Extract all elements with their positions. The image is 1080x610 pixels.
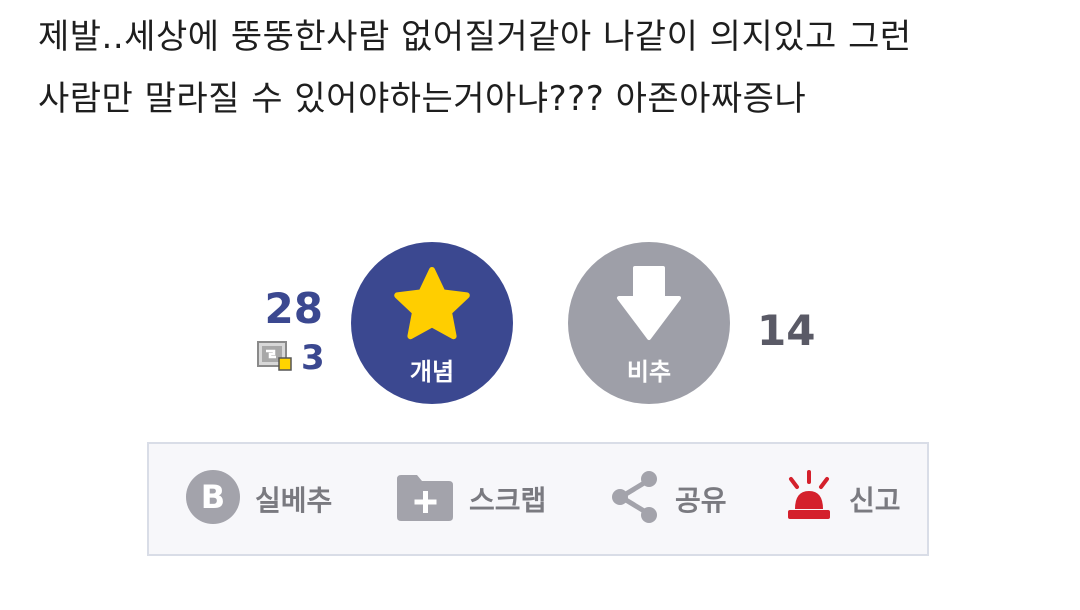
arrow-down-icon: [609, 264, 689, 344]
post-content: 제발..세상에 뚱뚱한사람 없어질거같아 나같이 의지있고 그런 사람만 말라질…: [38, 6, 1048, 130]
share-button[interactable]: 공유: [609, 444, 727, 554]
fixed-user-icon: [257, 340, 293, 376]
post-text-line-2: 사람만 말라질 수 있어야하는거아냐??? 아존아짜증나: [38, 79, 807, 119]
scrap-button[interactable]: 스크랩: [395, 444, 546, 554]
post-view: 제발..세상에 뚱뚱한사람 없어질거같아 나같이 의지있고 그런 사람만 말라질…: [0, 0, 1080, 610]
best-recommend-label: 실베추: [255, 484, 333, 517]
fixed-recommend-row: 3: [257, 338, 325, 378]
share-icon: [609, 469, 661, 529]
report-label: 신고: [849, 484, 901, 517]
folder-plus-icon: [395, 471, 455, 527]
downvote-button[interactable]: 비추: [568, 242, 730, 404]
best-recommend-button[interactable]: B 실베추: [185, 444, 332, 554]
fixed-recommend-count: 3: [301, 338, 325, 378]
downvote-label: 비추: [626, 358, 672, 386]
siren-icon: [783, 469, 835, 529]
upvote-label: 개념: [409, 358, 455, 386]
b-circle-icon: B: [185, 469, 241, 529]
post-text-line-1: 제발..세상에 뚱뚱한사람 없어질거같아 나같이 의지있고 그런: [38, 17, 912, 57]
recommend-count: 28: [264, 284, 323, 333]
scrap-label: 스크랩: [469, 484, 547, 517]
nonrecommend-count: 14: [757, 306, 816, 355]
upvote-button[interactable]: 개념: [351, 242, 513, 404]
share-label: 공유: [675, 484, 727, 517]
action-bar: B 실베추 스크랩 공유 신고: [147, 442, 929, 556]
b-icon-letter: B: [201, 478, 225, 516]
star-icon: [392, 264, 472, 344]
report-button[interactable]: 신고: [783, 444, 901, 554]
